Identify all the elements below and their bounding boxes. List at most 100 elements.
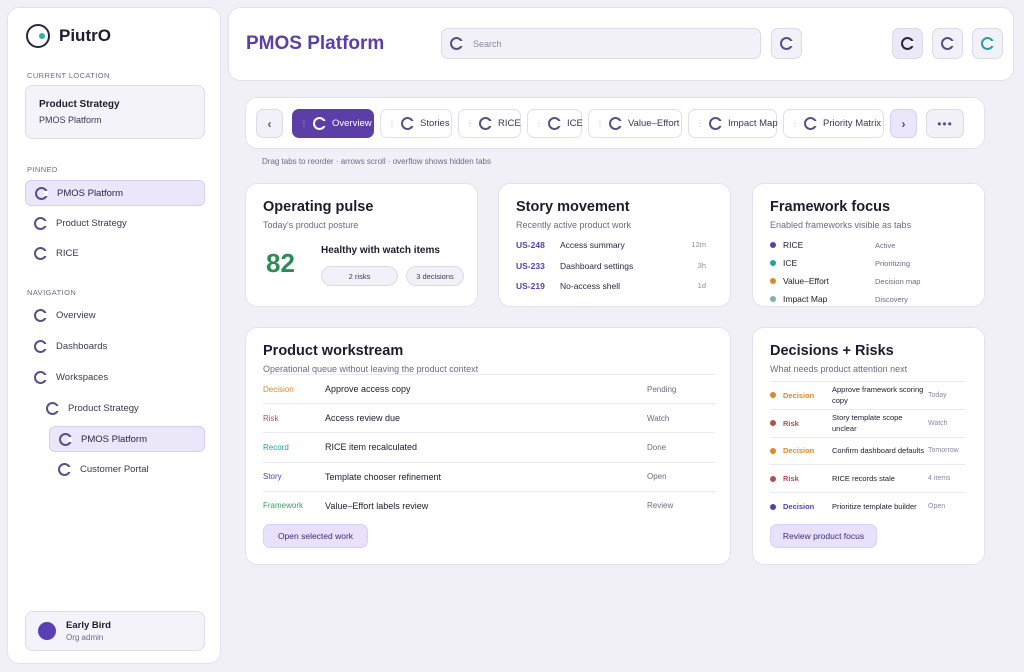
- brand[interactable]: PiutrO: [26, 24, 111, 48]
- item-type: Risk: [770, 419, 832, 428]
- tab-priority-matrix[interactable]: ⋮ Priority Matrix: [783, 109, 884, 138]
- tab-ice[interactable]: ⋮ ICE: [527, 109, 583, 138]
- tabs-prev-button[interactable]: ‹: [256, 109, 283, 138]
- story-row[interactable]: US-219 No-access shell 1d: [516, 281, 706, 291]
- framework-row[interactable]: RICE Active: [770, 240, 960, 250]
- drag-handle-icon[interactable]: ⋮: [300, 119, 308, 128]
- list-item[interactable]: Decision Confirm dashboard defaults Tomo…: [770, 436, 966, 465]
- user-card[interactable]: Early Bird Org admin: [25, 611, 205, 651]
- page-title: PMOS Platform: [246, 33, 385, 54]
- nav-item-workspaces[interactable]: Workspaces: [25, 364, 205, 390]
- status-dot-icon: [770, 475, 776, 482]
- card-subtitle: Enabled frameworks visible as tabs: [770, 220, 912, 230]
- pinned-item-pmos-platform[interactable]: PMOS Platform: [25, 180, 205, 206]
- pinned-item-label: Product Strategy: [56, 217, 127, 229]
- tab-label: Impact Map: [728, 118, 778, 129]
- tab-label: Value–Effort: [628, 118, 680, 129]
- pinned-item-product-strategy[interactable]: Product Strategy: [25, 210, 205, 236]
- list-item[interactable]: Decision Prioritize template builder Ope…: [770, 492, 966, 520]
- framework-row[interactable]: ICE Prioritizing: [770, 258, 960, 268]
- tab-rice[interactable]: ⋮ RICE: [458, 109, 521, 138]
- item-type: Story: [263, 472, 282, 482]
- status-dot-icon: [770, 278, 776, 284]
- ring-icon: [35, 186, 48, 200]
- status-dot-icon: [770, 420, 776, 427]
- item-title: Template chooser refinement: [325, 471, 442, 482]
- nav-item-customer-portal[interactable]: Customer Portal: [49, 456, 205, 482]
- nav-item-label: Workspaces: [56, 371, 109, 383]
- table-row[interactable]: Story Template chooser refinement Open: [263, 461, 715, 491]
- tab-label: Overview: [332, 118, 372, 129]
- ring-icon: [479, 117, 492, 130]
- current-location-card[interactable]: Product Strategy PMOS Platform: [25, 85, 205, 139]
- framework-row[interactable]: Impact Map Discovery: [770, 294, 960, 304]
- story-row[interactable]: US-233 Dashboard settings 3h: [516, 261, 706, 271]
- item-status: Review: [647, 501, 674, 511]
- card-title: Product workstream: [263, 343, 404, 359]
- ring-icon: [34, 216, 47, 230]
- item-type: Framework: [263, 501, 304, 511]
- decisions-risks-card: Decisions + Risks What needs product att…: [752, 327, 985, 565]
- item-status: Watch: [647, 413, 670, 423]
- story-row[interactable]: US-248 Access summary 12m: [516, 240, 706, 250]
- item-title: RICE item recalculated: [325, 442, 418, 453]
- tab-value-effort[interactable]: ⋮ Value–Effort: [588, 109, 682, 138]
- nav-item-overview[interactable]: Overview: [25, 302, 205, 328]
- table-row[interactable]: Framework Value–Effort labels review Rev…: [263, 490, 715, 520]
- nav-item-pmos-platform[interactable]: PMOS Platform: [49, 426, 205, 452]
- ring-icon: [34, 370, 47, 384]
- search-input[interactable]: [473, 38, 733, 49]
- header-action-button-2[interactable]: [932, 28, 963, 59]
- drag-handle-icon[interactable]: ⋮: [466, 119, 474, 128]
- drag-handle-icon[interactable]: ⋮: [791, 119, 799, 128]
- list-item[interactable]: Decision Approve framework scoring copy …: [770, 381, 966, 409]
- status-dot-icon: [770, 392, 776, 399]
- item-type-label: Decision: [783, 446, 815, 456]
- framework-row[interactable]: Value–Effort Decision map: [770, 276, 960, 286]
- story-id: US-219: [516, 281, 545, 291]
- operating-pulse-card: Operating pulse Today's product posture …: [245, 183, 478, 307]
- list-item[interactable]: Risk Story template scope unclear Watch: [770, 408, 966, 437]
- drag-handle-icon[interactable]: ⋮: [535, 119, 543, 128]
- list-item[interactable]: Risk RICE records stale 4 items: [770, 464, 966, 492]
- pinned-item-label: PMOS Platform: [57, 187, 123, 199]
- card-subtitle: What needs product attention next: [770, 364, 908, 374]
- item-title: Approve framework scoring copy: [832, 385, 924, 406]
- status-dot-icon: [770, 447, 776, 454]
- table-row[interactable]: Decision Approve access copy Pending: [263, 374, 715, 403]
- item-status: Open: [647, 472, 667, 482]
- framework-focus-card: Framework focus Enabled frameworks visib…: [752, 183, 985, 307]
- tabs-next-button[interactable]: ›: [890, 109, 917, 138]
- drag-handle-icon[interactable]: ⋮: [596, 119, 604, 128]
- card-subtitle: Operational queue without leaving the pr…: [263, 364, 479, 374]
- ring-icon: [901, 37, 914, 50]
- ring-icon: [609, 117, 622, 130]
- pinned-item-rice[interactable]: RICE: [25, 240, 205, 266]
- tab-stories[interactable]: ⋮ Stories: [380, 109, 452, 138]
- search-box[interactable]: [441, 28, 761, 59]
- open-selected-work-button[interactable]: Open selected work: [263, 524, 368, 548]
- nav-item-label: Dashboards: [56, 340, 108, 352]
- nav-item-product-strategy[interactable]: Product Strategy: [37, 395, 205, 421]
- navigation-label: NAVIGATION: [27, 288, 77, 297]
- drag-handle-icon[interactable]: ⋮: [388, 119, 396, 128]
- nav-item-dashboards[interactable]: Dashboards: [25, 333, 205, 359]
- item-type: Decision: [263, 384, 294, 394]
- decisions-list: Decision Approve framework scoring copy …: [770, 381, 966, 520]
- quick-action-button[interactable]: [771, 28, 802, 59]
- tab-overview[interactable]: ⋮ Overview: [292, 109, 374, 138]
- status-dot-icon: [770, 242, 776, 248]
- tabs-overflow-button[interactable]: •••: [926, 109, 964, 138]
- tab-label: RICE: [498, 118, 521, 129]
- risks-pill[interactable]: 2 risks: [321, 266, 398, 286]
- drag-handle-icon[interactable]: ⋮: [696, 119, 704, 128]
- table-row[interactable]: Risk Access review due Watch: [263, 403, 715, 432]
- header-action-button-3[interactable]: [972, 28, 1003, 59]
- table-row[interactable]: Record RICE item recalculated Done: [263, 432, 715, 461]
- tab-impact-map[interactable]: ⋮ Impact Map: [688, 109, 778, 138]
- ring-icon: [58, 462, 71, 476]
- header-action-button-1[interactable]: [892, 28, 923, 59]
- ring-icon: [59, 432, 72, 446]
- decisions-pill[interactable]: 3 decisions: [406, 266, 464, 286]
- review-product-focus-button[interactable]: Review product focus: [770, 524, 877, 548]
